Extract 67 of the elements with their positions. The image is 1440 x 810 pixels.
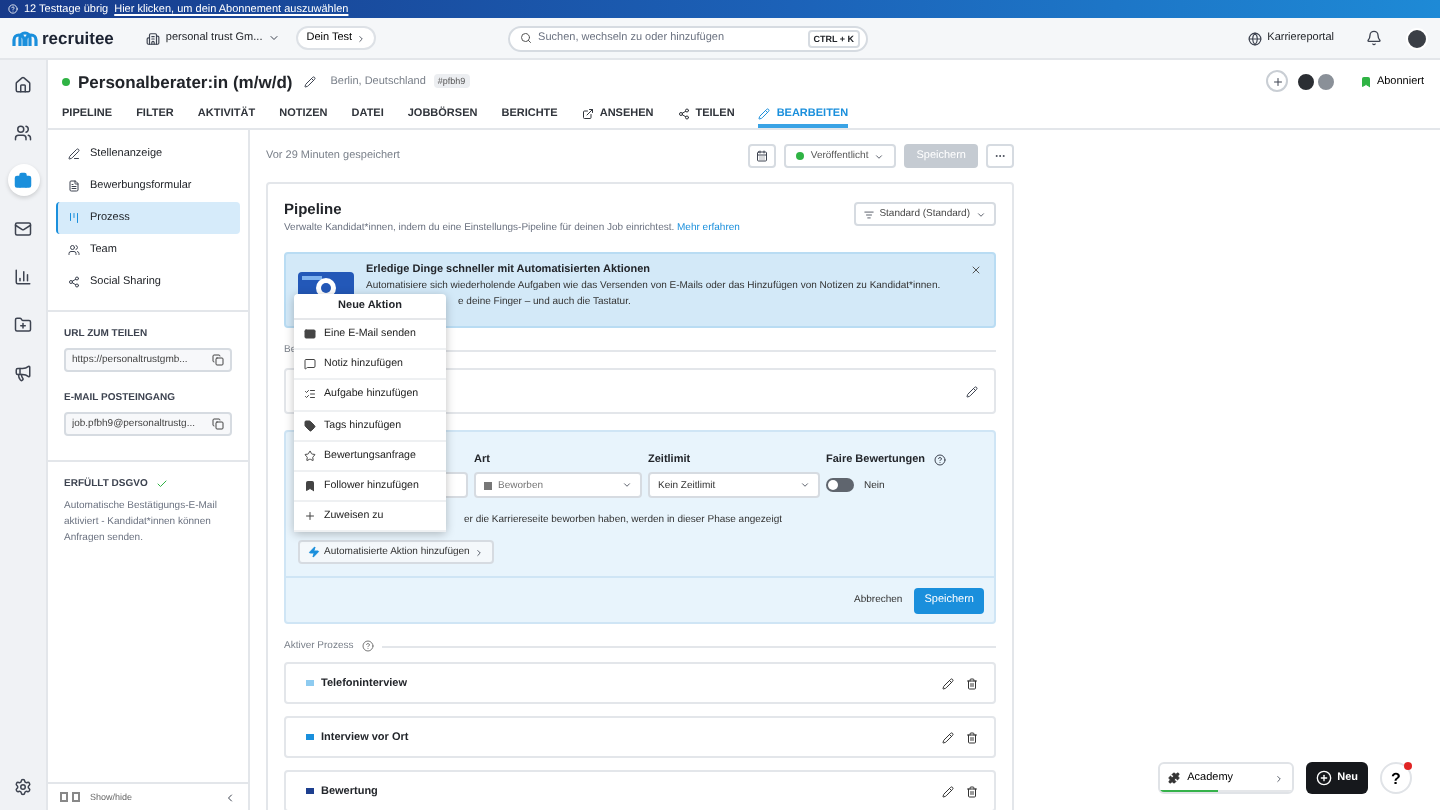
status-dot (796, 152, 805, 160)
share-icon (677, 107, 690, 120)
chevron-left-icon (224, 791, 236, 803)
chevron-right-icon (1273, 773, 1284, 783)
chevron-down-icon (976, 209, 986, 219)
logo-icon (12, 30, 38, 46)
help-icon (361, 640, 374, 652)
job-title: Personalberater:in (m/w/d) (78, 71, 293, 92)
calendar-icon (756, 150, 769, 162)
help-icon (933, 453, 946, 465)
folder-icon (14, 315, 32, 333)
plus-circle-icon (1315, 770, 1332, 786)
pencil-icon (966, 385, 978, 397)
pencil-icon (304, 75, 317, 88)
comment-icon (304, 358, 316, 371)
home-icon (14, 75, 32, 93)
columns-icon (68, 212, 80, 224)
people-icon (68, 244, 80, 256)
building-icon (145, 31, 160, 45)
bar-chart-icon (14, 267, 32, 285)
type-marker (484, 481, 492, 489)
filter-icon (863, 209, 874, 219)
close-icon (970, 264, 982, 276)
star-icon (304, 449, 316, 462)
puzzle-icon (1167, 772, 1180, 784)
fair-toggle[interactable] (826, 478, 854, 492)
lightning-icon (308, 546, 320, 558)
settings-icon (14, 777, 32, 795)
briefcase-icon (14, 171, 32, 189)
collapse-button[interactable] (224, 791, 236, 803)
trash-icon (966, 785, 978, 797)
help-button[interactable]: ? (1380, 762, 1412, 794)
chevron-right-icon (356, 33, 367, 43)
bell-icon (1366, 30, 1382, 46)
copy-icon (212, 418, 224, 430)
chevron-down-icon (874, 151, 885, 161)
chevron-down-icon (268, 32, 281, 44)
search-icon (520, 32, 533, 44)
pencil-icon (758, 107, 771, 120)
bookmark-icon (1360, 75, 1373, 88)
add-button[interactable] (1266, 70, 1289, 93)
avatar (1316, 71, 1337, 92)
megaphone-icon (14, 363, 32, 381)
pencil-icon (942, 677, 954, 689)
trash-icon (966, 731, 978, 743)
tag-icon (304, 419, 316, 432)
avatar (1296, 71, 1317, 92)
plus-icon (304, 510, 316, 523)
share-icon (68, 276, 80, 288)
chevron-right-icon (473, 547, 484, 557)
plus-icon (1271, 75, 1284, 88)
logo-text: recruitee (42, 28, 114, 48)
calendar-button[interactable] (748, 144, 777, 168)
copy-icon (212, 354, 224, 366)
pen-icon (68, 148, 80, 160)
avatar[interactable] (1406, 27, 1428, 49)
pencil-icon (942, 785, 954, 797)
pencil-icon (942, 731, 954, 743)
external-link-icon (581, 107, 594, 120)
globe-icon (1247, 31, 1262, 45)
bookmark-icon (304, 480, 316, 493)
chevron-down-icon (800, 480, 810, 490)
people-icon (14, 123, 32, 141)
chevron-down-icon (622, 480, 632, 490)
document-icon (68, 180, 80, 192)
trash-icon (966, 677, 978, 689)
checklist-icon (304, 388, 316, 401)
